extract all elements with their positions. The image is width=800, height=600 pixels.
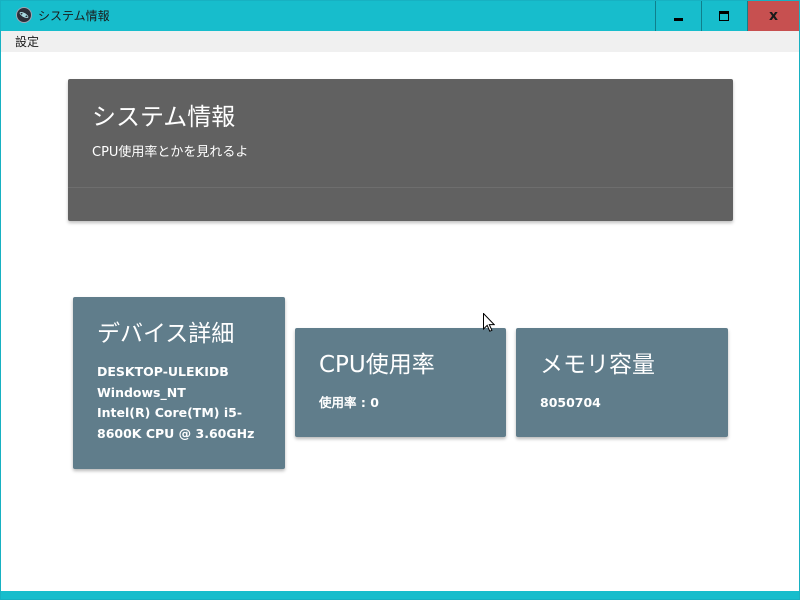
title-bar[interactable]: システム情報 x (1, 1, 799, 31)
close-button[interactable]: x (747, 1, 799, 31)
header-divider (68, 187, 733, 188)
menu-bar: 設定 (1, 31, 799, 52)
header-card: システム情報 CPU使用率とかを見れるよ (68, 79, 733, 221)
electron-app-icon (16, 7, 32, 23)
minimize-button[interactable] (655, 1, 700, 31)
main-content: システム情報 CPU使用率とかを見れるよ デバイス詳細 DESKTOP-ULEK… (1, 52, 799, 591)
menu-item-settings[interactable]: 設定 (15, 34, 39, 50)
close-icon: x (768, 8, 779, 24)
maximize-button[interactable] (701, 1, 746, 31)
cpu-card-body: 使用率 : 0 (319, 393, 379, 414)
app-window: システム情報 x 設定 システム情報 CPU使用率とかを見れるよ デバイス詳細 … (0, 0, 800, 600)
cpu-usage-value: 使用率 : 0 (319, 395, 379, 410)
page-title: システム情報 (92, 103, 236, 131)
cpu-usage-card: CPU使用率 使用率 : 0 (295, 328, 506, 437)
mouse-pointer-icon (483, 313, 495, 332)
maximize-icon (719, 11, 729, 21)
device-cpu-line-1: Intel(R) Core(TM) i5- (97, 405, 243, 420)
window-bottom-border (1, 591, 799, 599)
page-subtitle: CPU使用率とかを見れるよ (92, 145, 249, 160)
minimize-icon (673, 17, 683, 21)
cpu-card-title: CPU使用率 (319, 352, 435, 378)
memory-capacity-card: メモリ容量 8050704 (516, 328, 728, 437)
device-hostname: DESKTOP-ULEKIDB (97, 364, 229, 379)
memory-value: 8050704 (540, 395, 601, 410)
window-title: システム情報 (38, 9, 110, 23)
device-card-body: DESKTOP-ULEKIDB Windows_NT Intel(R) Core… (97, 362, 254, 444)
device-card-title: デバイス詳細 (97, 321, 235, 347)
memory-card-body: 8050704 (540, 393, 601, 414)
device-cpu-line-2: 8600K CPU @ 3.60GHz (97, 425, 255, 441)
device-os: Windows_NT (97, 384, 186, 400)
device-details-card: デバイス詳細 DESKTOP-ULEKIDB Windows_NT Intel(… (73, 297, 285, 469)
memory-card-title: メモリ容量 (540, 352, 655, 378)
